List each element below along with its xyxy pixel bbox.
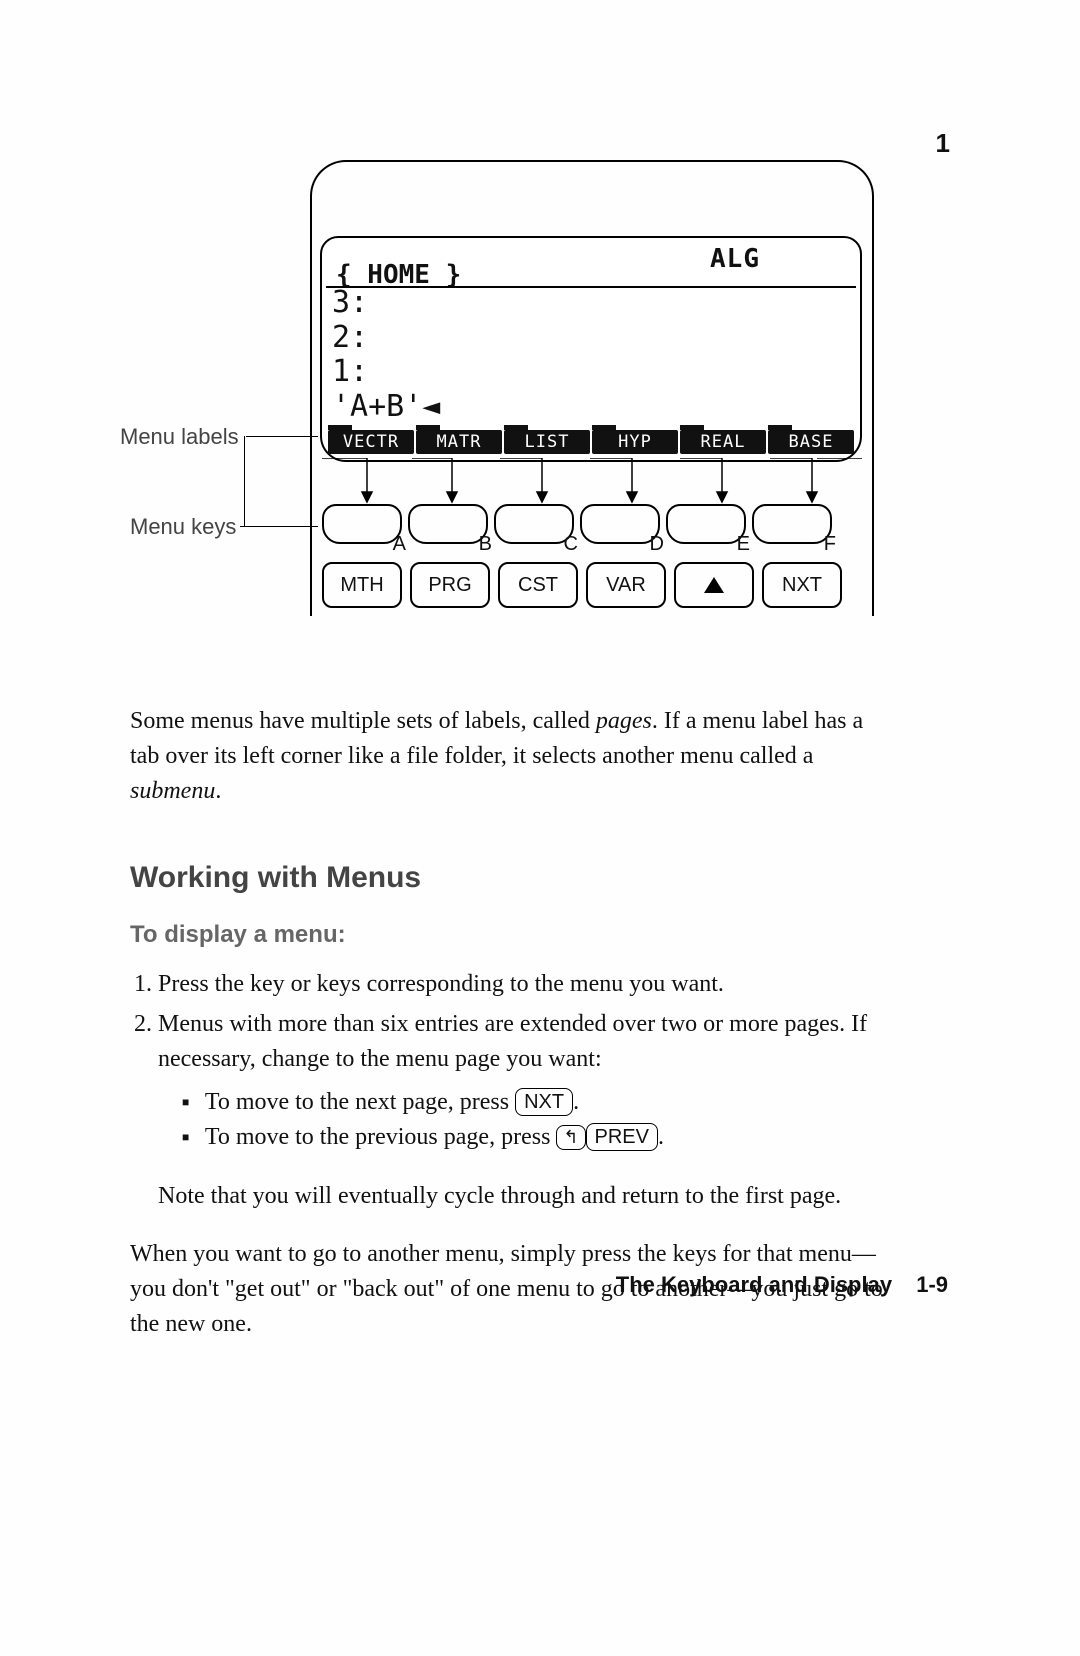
hardkey-cst: CST [498, 562, 578, 608]
heading-working-with-menus: Working with Menus [130, 856, 890, 900]
p1-text-c: . [215, 778, 221, 804]
softkey-a: A [322, 504, 402, 544]
softkey-c: C [494, 504, 574, 544]
callout-menu-labels: Menu labels [120, 424, 239, 450]
hardkey-prg: PRG [410, 562, 490, 608]
bullet1-text: To move to the next page, press [205, 1089, 515, 1115]
cycle-note: Note that you will eventually cycle thro… [158, 1179, 890, 1214]
softkey-row: A B C D E F [322, 504, 832, 544]
menu-label-list: LIST [504, 430, 590, 454]
callout-line-keys [240, 526, 318, 527]
keycap-prev: PREV [586, 1123, 658, 1151]
command-line: 'A+B'◄ [332, 390, 440, 425]
step2-bullets: To move to the next page, press NXT. To … [158, 1085, 890, 1155]
footer-page-number: 1-9 [916, 1272, 948, 1297]
softkey-letter-f: F [824, 533, 836, 556]
menu-label-matr: MATR [416, 430, 502, 454]
steps-list: Press the key or keys corresponding to t… [130, 967, 890, 1214]
hardkey-mth: MTH [322, 562, 402, 608]
keycap-nxt: NXT [515, 1088, 573, 1116]
softkey-e: E [666, 504, 746, 544]
bullet1-end: . [573, 1089, 579, 1115]
menu-label-real: REAL [680, 430, 766, 454]
callout-line-labels [246, 436, 318, 437]
step-1: Press the key or keys corresponding to t… [158, 967, 890, 1002]
stack-line-3: 3: [332, 286, 440, 321]
page-footer: The Keyboard and Display 1-9 [616, 1272, 948, 1298]
softkey-letter-c: C [564, 533, 578, 556]
term-pages: pages [596, 708, 652, 734]
up-arrow-icon [704, 577, 724, 593]
softkey-letter-a: A [393, 533, 406, 556]
step-2-text: Menus with more than six entries are ext… [158, 1011, 867, 1072]
lcd-display: ALG { HOME } 3: 2: 1: 'A+B'◄ VECTR MATR … [320, 236, 862, 462]
calculator-figure: ALG { HOME } 3: 2: 1: 'A+B'◄ VECTR MATR … [130, 160, 890, 640]
menu-label-base: BASE [768, 430, 854, 454]
p1-text-a: Some menus have multiple sets of labels,… [130, 708, 596, 734]
menu-label-vectr: VECTR [328, 430, 414, 454]
softkey-d: D [580, 504, 660, 544]
hardkey-var: VAR [586, 562, 666, 608]
callout-menu-keys: Menu keys [130, 514, 236, 540]
softkey-b: B [408, 504, 488, 544]
footer-section-title: The Keyboard and Display [616, 1272, 892, 1297]
lcd-stack-area: 3: 2: 1: 'A+B'◄ [332, 286, 440, 424]
hardkey-up [674, 562, 754, 608]
bullet2-end: . [658, 1124, 664, 1150]
hardkey-nxt: NXT [762, 562, 842, 608]
softkey-letter-b: B [479, 533, 492, 556]
keycap-shift-icon: ↰ [556, 1125, 585, 1150]
heading-to-display-a-menu: To display a menu: [130, 918, 890, 953]
stack-line-2: 2: [332, 321, 440, 356]
menu-label-row: VECTR MATR LIST HYP REAL BASE [328, 430, 854, 454]
paragraph-pages-submenu: Some menus have multiple sets of labels,… [130, 704, 890, 808]
bullet2-text: To move to the previous page, press [205, 1124, 557, 1150]
term-submenu: submenu [130, 778, 215, 804]
bullet-next-page: To move to the next page, press NXT. [182, 1085, 890, 1120]
hardkey-row: MTH PRG CST VAR NXT [322, 562, 842, 608]
callout-vertical-join [244, 436, 245, 526]
bullet-prev-page: To move to the previous page, press ↰PRE… [182, 1120, 890, 1155]
body-text: Some menus have multiple sets of labels,… [130, 680, 890, 1366]
stack-line-1: 1: [332, 355, 440, 390]
menu-label-hyp: HYP [592, 430, 678, 454]
softkey-f: F [752, 504, 832, 544]
chapter-number: 1 [936, 128, 950, 159]
step-2: Menus with more than six entries are ext… [158, 1007, 890, 1213]
lcd-status-indicator: ALG [710, 244, 760, 274]
softkey-letter-e: E [737, 533, 750, 556]
softkey-letter-d: D [650, 533, 664, 556]
